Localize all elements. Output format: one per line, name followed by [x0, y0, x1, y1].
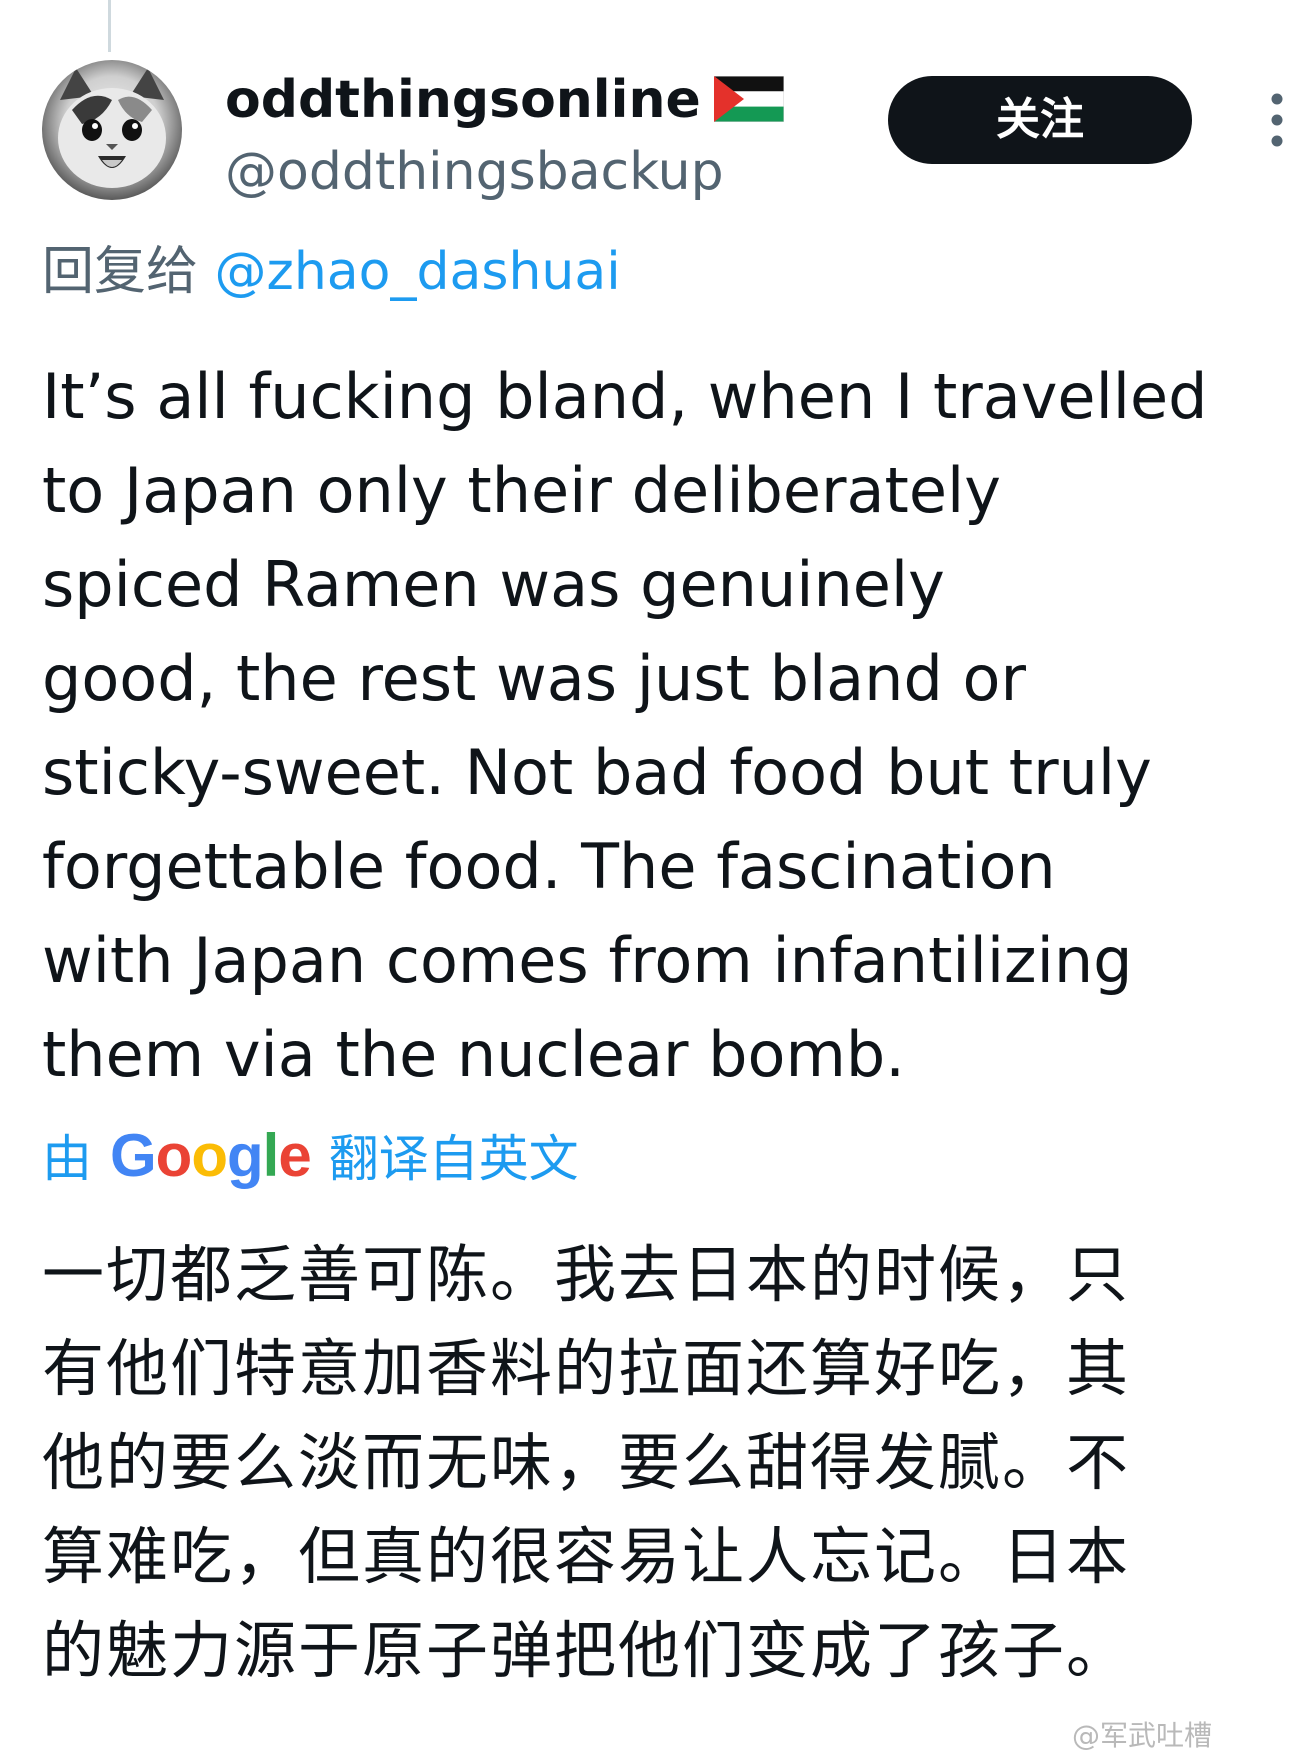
reply-prefix: 回复给 [42, 242, 199, 302]
translation-prefix: 由 [42, 1130, 92, 1188]
more-vertical-icon[interactable] [1270, 92, 1284, 148]
translated-text-line: 的魅力源于原子弹把他们变成了孩子。 [42, 1614, 1131, 1687]
translated-text-line: 他的要么淡而无味，要么甜得发腻。不 [42, 1426, 1131, 1499]
reply-mention-link[interactable]: @zhao_dashuai [215, 242, 621, 302]
translated-text-line: 有他们特意加香料的拉面还算好吃，其 [42, 1332, 1131, 1405]
tweet-text-line: forgettable food. The fascination [42, 830, 1056, 903]
tweet-text-line: It’s all fucking bland, when I travelled [42, 360, 1208, 433]
translation-suffix: 翻译自英文 [328, 1130, 579, 1188]
translated-text-line: 算难吃，但真的很容易让人忘记。日本 [42, 1520, 1131, 1593]
tweet-text-line: sticky-sweet. Not bad food but truly [42, 736, 1152, 809]
tweet-text-line: to Japan only their deliberately [42, 454, 1001, 527]
tweet-text-line: them via the nuclear bomb. [42, 1018, 905, 1091]
palestine-flag-icon [714, 76, 784, 122]
translated-text-line: 一切都乏善可陈。我去日本的时候，只 [42, 1238, 1131, 1311]
user-handle[interactable]: @oddthingsbackup [225, 140, 724, 204]
google-logo: Google [110, 1121, 312, 1189]
tweet-header: oddthingsonline @oddthingsbackup 关注 [42, 60, 1283, 210]
translation-attribution-link[interactable]: 由 Google 翻译自英文 [42, 1120, 579, 1190]
reply-context: 回复给 @zhao_dashuai [42, 240, 621, 304]
thread-connector-line [108, 0, 111, 52]
cat-avatar-icon [58, 68, 166, 188]
user-avatar[interactable] [42, 60, 182, 200]
translated-text: 一切都乏善可陈。我去日本的时候，只 有他们特意加香料的拉面还算好吃，其 他的要么… [42, 1228, 1282, 1698]
tweet-text-line: spiced Ramen was genuinely [42, 548, 945, 621]
follow-button[interactable]: 关注 [888, 76, 1192, 164]
weibo-watermark: @军武吐槽 [1072, 1719, 1213, 1752]
tweet-text-line: with Japan comes from infantilizing [42, 924, 1133, 997]
display-name[interactable]: oddthingsonline [225, 68, 701, 132]
tweet-text: It’s all fucking bland, when I travelled… [42, 350, 1282, 1102]
tweet-text-line: good, the rest was just bland or [42, 642, 1026, 715]
